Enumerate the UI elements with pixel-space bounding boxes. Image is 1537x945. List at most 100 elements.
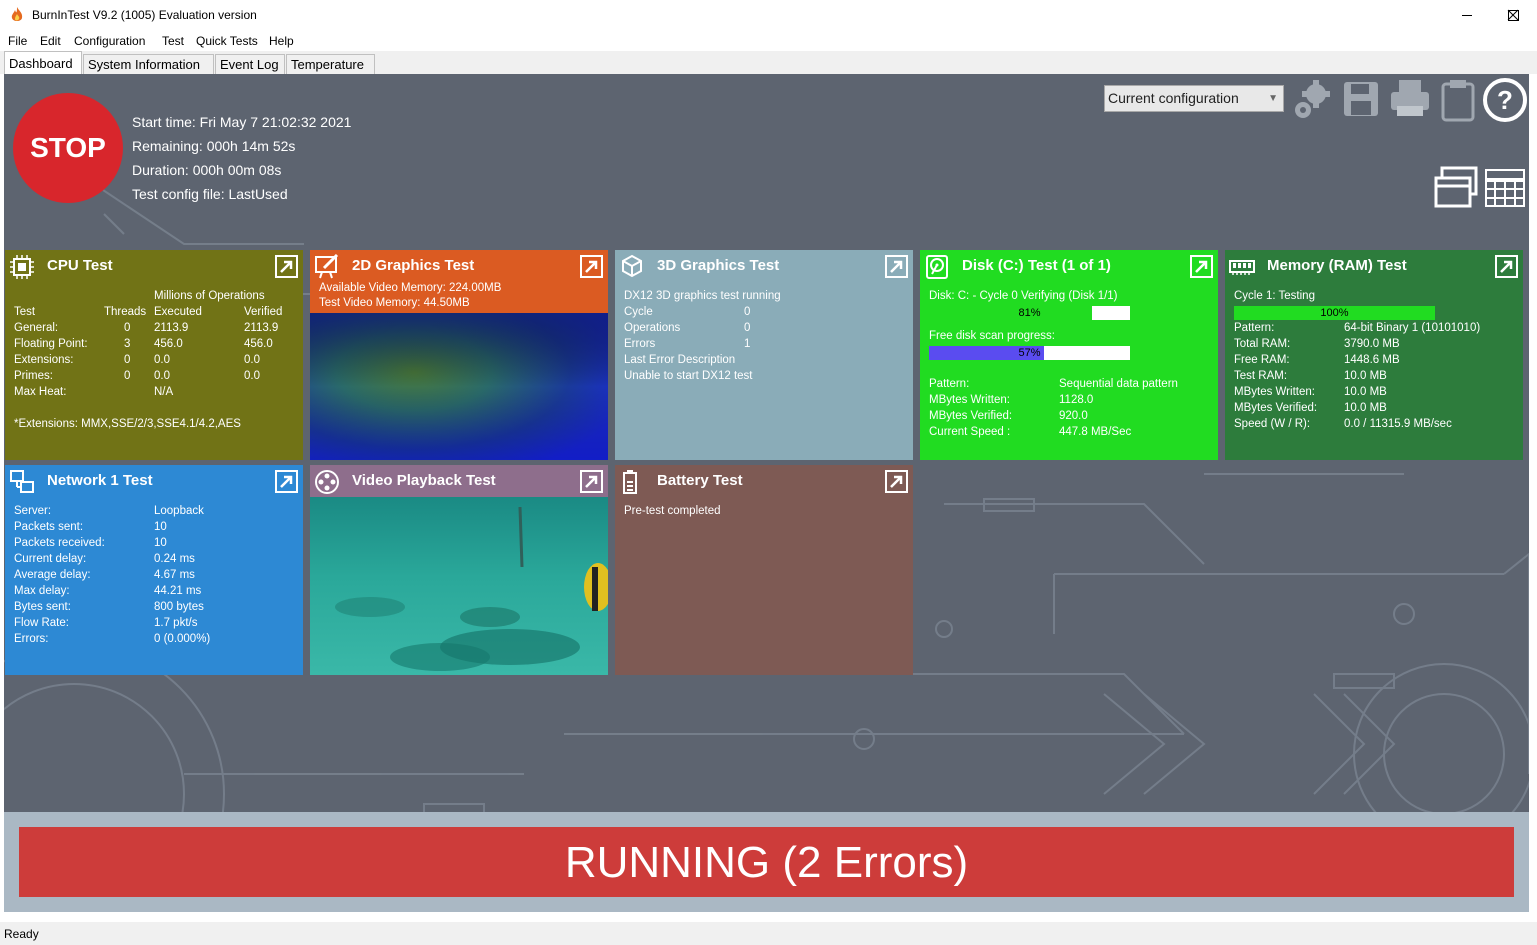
disk-row-label: Pattern:	[929, 378, 970, 390]
disk-scan-label: Free disk scan progress:	[929, 330, 1055, 342]
cpu-title: CPU Test	[47, 257, 113, 274]
battery-title: Battery Test	[657, 472, 743, 489]
help-icon: ?	[1483, 78, 1527, 122]
battery-open-button[interactable]	[885, 470, 908, 493]
tab-event-log[interactable]: Event Log	[215, 54, 285, 74]
memory-row-label: Test RAM:	[1234, 370, 1288, 382]
battery-header: Battery Test	[615, 465, 913, 497]
save-button[interactable]	[1342, 80, 1382, 120]
configuration-select[interactable]: Current configuration ▼	[1104, 85, 1284, 112]
memory-panel: Memory (RAM) Test Cycle 1: Testing 100% …	[1225, 250, 1523, 460]
tab-system-information[interactable]: System Information	[83, 54, 214, 74]
cpu-row-verified: 456.0	[244, 338, 273, 350]
print-button[interactable]	[1389, 78, 1431, 120]
paintbrush-icon	[315, 254, 339, 279]
open-arrow-icon	[585, 475, 598, 488]
graphics-3d-title: 3D Graphics Test	[657, 257, 780, 274]
cpu-row-executed: 0.0	[154, 370, 170, 382]
disk-scan-progress-text: 57%	[1018, 347, 1041, 359]
menu-edit[interactable]: Edit	[40, 34, 61, 48]
memory-row-value: 10.0 MB	[1344, 402, 1387, 414]
open-arrow-icon	[890, 260, 903, 273]
chevron-down-icon: ▼	[1268, 93, 1278, 104]
settings-gear-button[interactable]	[1290, 78, 1334, 122]
menu-quick-tests[interactable]: Quick Tests	[196, 34, 258, 48]
status-bar: Ready	[0, 922, 1537, 945]
flame-icon	[11, 7, 23, 21]
cpu-max-heat-label: Max Heat:	[14, 386, 67, 398]
cpu-row-threads: 3	[124, 338, 131, 350]
memory-title: Memory (RAM) Test	[1267, 257, 1407, 274]
memory-row-label: Free RAM:	[1234, 354, 1290, 366]
video-header: Video Playback Test	[310, 465, 608, 497]
disk-scan-progress-bar: 57%	[929, 346, 1130, 360]
disk-cycle-progress-text: 81%	[1018, 307, 1041, 319]
battery-icon	[623, 470, 637, 494]
cpu-chip-icon	[10, 255, 34, 279]
memory-row-label: MBytes Verified:	[1234, 402, 1318, 414]
graphics-3d-last-error: Unable to start DX12 test	[624, 370, 753, 382]
cpu-row-label: Primes:	[14, 370, 53, 382]
cpu-row-verified: 0.0	[244, 370, 260, 382]
cpu-col-test: Test	[14, 306, 36, 318]
tab-dashboard[interactable]: Dashboard	[4, 51, 82, 74]
memory-progress-bar: 100%	[1234, 306, 1435, 320]
cpu-row-threads: 0	[124, 322, 131, 334]
cpu-row-threads: 0	[124, 370, 131, 382]
graphics-2d-open-button[interactable]	[580, 255, 603, 278]
disk-row-value: 1128.0	[1059, 394, 1094, 406]
minimize-button[interactable]	[1444, 0, 1490, 31]
graphics-3d-open-button[interactable]	[885, 255, 908, 278]
network-open-button[interactable]	[275, 470, 298, 493]
network-row-value: 0.24 ms	[154, 553, 195, 565]
network-row-value: 10	[154, 537, 167, 549]
status-text: Ready	[4, 927, 39, 941]
cpu-row-verified: 2113.9	[244, 322, 279, 334]
graphics-2d-render-view	[310, 313, 608, 460]
open-arrow-icon	[280, 475, 293, 488]
graphics-3d-header: 3D Graphics Test	[615, 250, 913, 282]
disk-cycle-label: Disk: C: - Cycle 0 Verifying (Disk 1/1)	[929, 290, 1118, 302]
cpu-row-executed: 0.0	[154, 354, 170, 366]
cpu-extensions: *Extensions: MMX,SSE/2/3,SSE4.1/4.2,AES	[14, 418, 241, 430]
clipboard-icon	[1441, 80, 1475, 122]
dashboard: STOP Start time: Fri May 7 21:02:32 2021…	[4, 74, 1529, 812]
window-view-button[interactable]	[1434, 166, 1478, 210]
graphics-2d-title: 2D Graphics Test	[352, 257, 475, 274]
cpu-open-button[interactable]	[275, 255, 298, 278]
network-panel: Network 1 Test Server: Loopback Packets …	[5, 465, 303, 675]
network-row-value: 44.21 ms	[154, 585, 202, 597]
disk-open-button[interactable]	[1190, 255, 1213, 278]
cpu-row-threads: 0	[124, 354, 131, 366]
graphics-2d-available-memory: Available Video Memory: 224.00MB	[319, 282, 502, 294]
cpu-row-executed: 456.0	[154, 338, 183, 350]
menu-help[interactable]: Help	[269, 34, 294, 48]
close-button[interactable]	[1490, 0, 1536, 31]
graphics-3d-panel: 3D Graphics Test DX12 3D graphics test r…	[615, 250, 913, 460]
network-title: Network 1 Test	[47, 472, 153, 489]
menu-test[interactable]: Test	[162, 34, 184, 48]
help-button[interactable]: ?	[1482, 77, 1528, 123]
save-icon	[1344, 82, 1378, 116]
menu-configuration[interactable]: Configuration	[74, 34, 145, 48]
memory-row-value: 10.0 MB	[1344, 386, 1387, 398]
memory-row-value: 0.0 / 11315.9 MB/sec	[1344, 418, 1452, 430]
open-arrow-icon	[585, 260, 598, 273]
running-status-banner: RUNNING (2 Errors)	[19, 827, 1514, 897]
memory-open-button[interactable]	[1495, 255, 1518, 278]
cpu-mo-header: Millions of Operations	[154, 290, 265, 302]
grid-view-button[interactable]	[1484, 168, 1526, 208]
memory-row-label: MBytes Written:	[1234, 386, 1315, 398]
graphics-3d-last-error-label: Last Error Description	[624, 354, 736, 366]
disk-cycle-progress-bar: 81%	[929, 306, 1130, 320]
minimize-icon	[1462, 15, 1472, 16]
grid-view-icon	[1485, 169, 1525, 207]
stop-button[interactable]: STOP	[13, 93, 123, 203]
memory-header: Memory (RAM) Test	[1225, 250, 1523, 282]
cpu-row-label: Floating Point:	[14, 338, 88, 350]
menu-file[interactable]: File	[8, 34, 27, 48]
tab-temperature[interactable]: Temperature	[286, 54, 375, 74]
clipboard-button[interactable]	[1440, 78, 1476, 122]
title-bar: BurnInTest V9.2 (1005) Evaluation versio…	[0, 0, 1537, 31]
video-open-button[interactable]	[580, 470, 603, 493]
